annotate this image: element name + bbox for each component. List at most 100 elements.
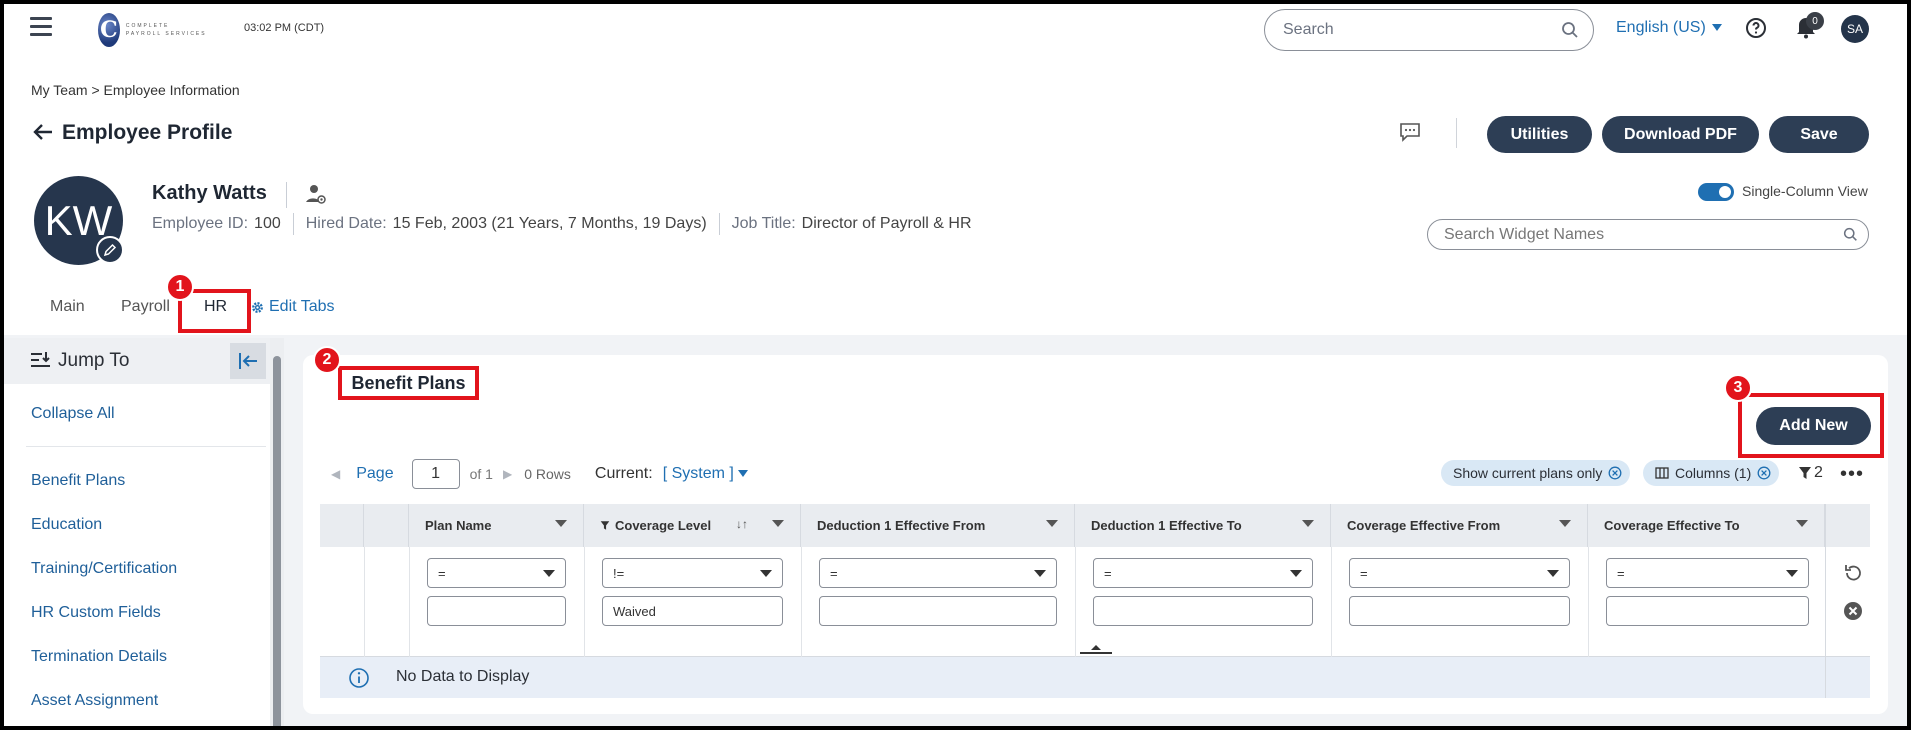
job-title-label: Job Title: bbox=[731, 215, 796, 232]
employee-details: Employee ID: 100 Hired Date: 15 Feb, 200… bbox=[152, 213, 972, 235]
chevron-down-icon[interactable] bbox=[1046, 520, 1058, 527]
column-header-coverage-level[interactable]: Coverage Level ↓↑ bbox=[584, 504, 801, 547]
column-header-coverage-from[interactable]: Coverage Effective From bbox=[1331, 504, 1588, 547]
close-circle-icon[interactable] bbox=[1757, 466, 1771, 480]
sidebar-item-asset-assignment[interactable]: Asset Assignment bbox=[31, 692, 158, 710]
benefit-plans-title[interactable]: Benefit Plans bbox=[338, 366, 479, 400]
chip-label: Show current plans only bbox=[1453, 465, 1603, 481]
column-header-deduction-to[interactable]: Deduction 1 Effective To bbox=[1075, 504, 1331, 547]
breadcrumb-separator: > bbox=[91, 82, 100, 98]
search-icon[interactable] bbox=[1561, 21, 1579, 39]
coverage-from-operator-select[interactable]: = bbox=[1349, 558, 1570, 588]
next-page-icon[interactable]: ▶ bbox=[503, 467, 512, 481]
download-pdf-button[interactable]: Download PDF bbox=[1602, 116, 1759, 153]
view-selector-value: [ System ] bbox=[662, 465, 734, 482]
back-arrow-icon[interactable] bbox=[32, 122, 54, 142]
job-title-value: Director of Payroll & HR bbox=[801, 215, 972, 232]
filter-button[interactable]: 2 bbox=[1798, 464, 1823, 482]
filter-chip-columns[interactable]: Columns (1) bbox=[1643, 460, 1780, 486]
edit-tabs-link[interactable]: Edit Tabs bbox=[250, 298, 335, 316]
chevron-down-icon[interactable] bbox=[555, 520, 567, 527]
chevron-down-icon bbox=[543, 570, 555, 577]
breadcrumb-parent[interactable]: My Team bbox=[31, 82, 88, 98]
language-selector[interactable]: English (US) bbox=[1616, 19, 1722, 37]
column-title: Coverage Level bbox=[615, 518, 712, 533]
view-selector[interactable]: [ System ] bbox=[663, 465, 748, 483]
add-new-button[interactable]: Add New bbox=[1756, 407, 1871, 445]
current-view-label: Current: bbox=[594, 465, 653, 482]
language-label: English (US) bbox=[1616, 19, 1706, 36]
sidebar-item-hr-custom-fields[interactable]: HR Custom Fields bbox=[31, 604, 161, 622]
column-header-coverage-to[interactable]: Coverage Effective To bbox=[1588, 504, 1825, 547]
menu-icon[interactable] bbox=[30, 17, 52, 39]
collapse-sidebar-icon[interactable] bbox=[230, 343, 266, 379]
plan-name-operator-select[interactable]: = bbox=[427, 558, 566, 588]
sidebar-item-training[interactable]: Training/Certification bbox=[31, 560, 177, 578]
clear-filter-icon[interactable] bbox=[1842, 600, 1864, 622]
jump-to-label: Jump To bbox=[58, 350, 130, 371]
sidebar-scroll-thumb[interactable] bbox=[273, 356, 281, 730]
select-column-header[interactable] bbox=[320, 504, 364, 547]
column-header-deduction-from[interactable]: Deduction 1 Effective From bbox=[801, 504, 1075, 547]
tab-payroll[interactable]: Payroll bbox=[121, 298, 170, 316]
empty-state-message: No Data to Display bbox=[396, 668, 530, 685]
coverage-level-filter-input[interactable]: Waived bbox=[602, 596, 783, 626]
deduction-from-operator-select[interactable]: = bbox=[819, 558, 1057, 588]
page-number-input[interactable]: 1 bbox=[411, 459, 460, 489]
gear-icon bbox=[252, 301, 263, 313]
column-divider bbox=[1331, 547, 1332, 657]
column-divider bbox=[1075, 547, 1076, 657]
user-avatar[interactable]: SA bbox=[1841, 15, 1869, 43]
plan-name-filter-input[interactable] bbox=[427, 596, 566, 626]
chevron-down-icon[interactable] bbox=[772, 520, 784, 527]
chevron-down-icon[interactable] bbox=[1559, 520, 1571, 527]
close-circle-icon[interactable] bbox=[1608, 466, 1622, 480]
coverage-level-operator-select[interactable]: != bbox=[602, 558, 783, 588]
deduction-to-filter-input[interactable] bbox=[1093, 596, 1313, 626]
coverage-from-filter-input[interactable] bbox=[1349, 596, 1570, 626]
sidebar-item-benefit-plans[interactable]: Benefit Plans bbox=[31, 472, 125, 490]
sidebar-item-termination-details[interactable]: Termination Details bbox=[31, 648, 167, 666]
deduction-from-filter-input[interactable] bbox=[819, 596, 1057, 626]
sidebar-divider bbox=[26, 446, 266, 447]
deduction-to-operator-select[interactable]: = bbox=[1093, 558, 1313, 588]
collapse-all-link[interactable]: Collapse All bbox=[31, 405, 115, 423]
chevron-down-icon[interactable] bbox=[1302, 520, 1314, 527]
help-icon[interactable] bbox=[1744, 16, 1768, 40]
single-column-label: Single-Column View bbox=[1742, 183, 1868, 199]
chevron-down-icon bbox=[1290, 570, 1302, 577]
expand-column-header[interactable] bbox=[364, 504, 409, 547]
step-marker-2: 2 bbox=[313, 346, 341, 374]
tab-main[interactable]: Main bbox=[50, 298, 85, 316]
person-settings-icon[interactable] bbox=[304, 182, 328, 206]
hired-date-label: Hired Date: bbox=[305, 215, 387, 232]
columns-icon bbox=[1655, 467, 1669, 479]
chevron-down-icon bbox=[1034, 570, 1046, 577]
sidebar-item-education[interactable]: Education bbox=[31, 516, 102, 534]
chevron-down-icon[interactable] bbox=[1796, 520, 1808, 527]
utilities-button[interactable]: Utilities bbox=[1487, 116, 1592, 153]
reset-icon[interactable] bbox=[1842, 562, 1864, 584]
search-placeholder: Search bbox=[1283, 21, 1334, 38]
column-header-plan-name[interactable]: Plan Name bbox=[409, 504, 584, 547]
comment-icon[interactable] bbox=[1399, 122, 1421, 142]
search-icon[interactable] bbox=[1843, 227, 1858, 242]
chevron-down-icon bbox=[760, 570, 772, 577]
sort-icon[interactable]: ↓↑ bbox=[736, 517, 748, 531]
edit-photo-icon[interactable] bbox=[96, 236, 124, 264]
column-divider bbox=[1588, 547, 1589, 657]
coverage-to-operator-select[interactable]: = bbox=[1606, 558, 1809, 588]
coverage-to-filter-input[interactable] bbox=[1606, 596, 1809, 626]
operator-value: = bbox=[438, 565, 446, 581]
save-button[interactable]: Save bbox=[1769, 116, 1869, 153]
chevron-down-icon bbox=[1786, 570, 1798, 577]
row-resize-handle-icon[interactable] bbox=[1080, 643, 1112, 655]
operator-value: = bbox=[1617, 565, 1625, 581]
prev-page-icon[interactable]: ◀ bbox=[331, 467, 340, 481]
more-options-icon[interactable]: ••• bbox=[1840, 463, 1864, 486]
widget-search-input[interactable]: Search Widget Names bbox=[1427, 219, 1869, 250]
detail-divider bbox=[292, 213, 294, 235]
global-search-input[interactable]: Search bbox=[1264, 9, 1594, 51]
single-column-toggle[interactable] bbox=[1698, 183, 1734, 201]
filter-chip-current-plans[interactable]: Show current plans only bbox=[1441, 460, 1631, 486]
